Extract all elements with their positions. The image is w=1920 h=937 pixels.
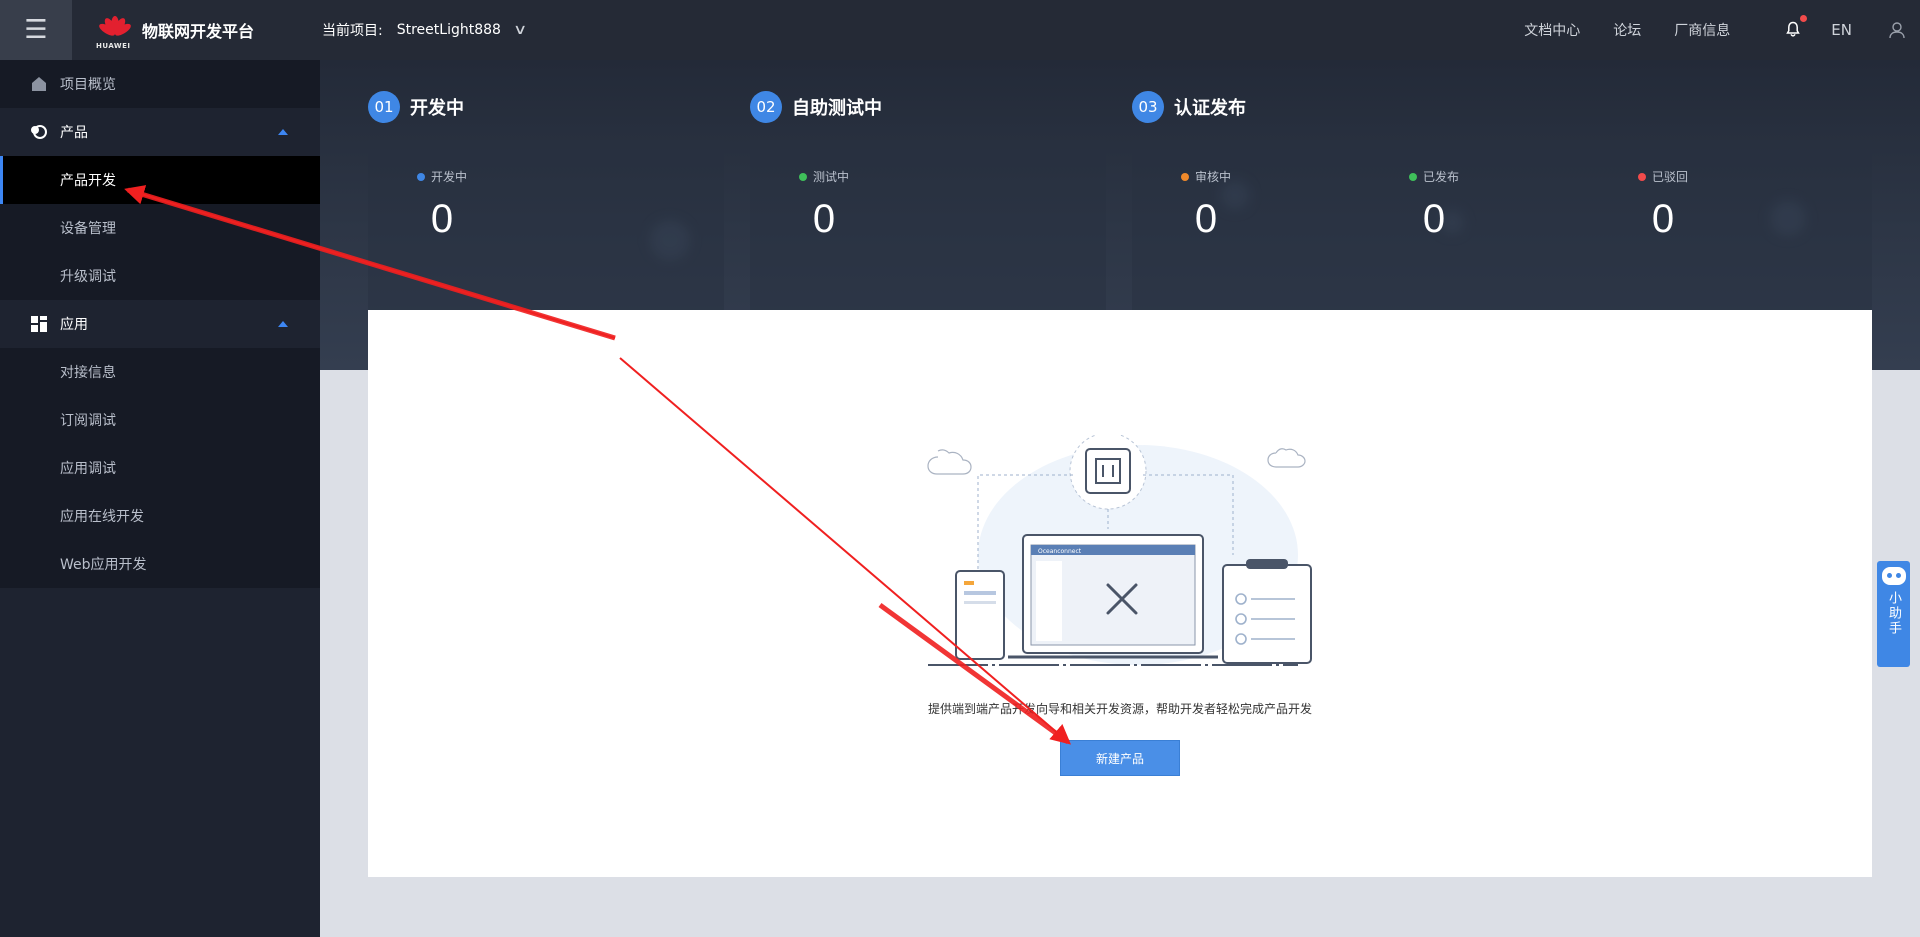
forum-link[interactable]: 论坛: [1613, 20, 1641, 40]
sidebar: 项目概览 产品 产品开发 设备管理 升级调试 应用 对接信息 订阅调试 应用调试…: [0, 60, 320, 937]
stat-label: 已驳回: [1651, 170, 1688, 184]
stat-value: 0: [1422, 197, 1446, 241]
stat-testing[interactable]: 测试中 0: [744, 168, 904, 242]
sidebar-group-product[interactable]: 产品: [0, 108, 320, 156]
assistant-label: 小助手: [1886, 591, 1901, 636]
sidebar-item-online-dev[interactable]: 应用在线开发: [0, 492, 320, 540]
top-bar: ☰ HUAWEI 物联网开发平台 当前项目: StreetLight888 ∨ …: [0, 0, 1920, 60]
stat-developing[interactable]: 开发中 0: [362, 168, 522, 242]
assistant-button[interactable]: 小助手: [1877, 561, 1910, 667]
sidebar-item-label: 产品开发: [60, 173, 116, 189]
new-product-button[interactable]: 新建产品: [1060, 740, 1180, 776]
status-dot: [798, 172, 807, 181]
sidebar-group-label: 产品: [60, 125, 88, 141]
language-switch[interactable]: EN: [1831, 21, 1852, 39]
illustration-window-title: Oceanconnect: [1038, 548, 1082, 555]
stat-value: 0: [1651, 197, 1675, 241]
stat-label: 测试中: [812, 170, 849, 184]
status-dot: [1180, 172, 1189, 181]
empty-state-description: 提供端到端产品开发向导和相关开发资源，帮助开发者轻松完成产品开发: [927, 702, 1312, 716]
sidebar-item-label: 应用在线开发: [60, 509, 144, 525]
stage-release: 03 认证发布: [1132, 91, 1246, 123]
caret-up-icon: [278, 321, 288, 327]
stage-test: 02 自助测试中: [750, 91, 882, 123]
caret-up-icon: [278, 129, 288, 135]
sidebar-item-web-app-dev[interactable]: Web应用开发: [0, 540, 320, 588]
product-icon: [30, 123, 48, 141]
platform-title: 物联网开发平台: [142, 22, 255, 41]
sidebar-item-label: 对接信息: [60, 365, 116, 381]
huawei-flower-icon: HUAWEI: [96, 12, 133, 50]
chevron-down-icon: ∨: [512, 22, 528, 38]
status-dot: [416, 172, 425, 181]
stat-value: 0: [812, 197, 836, 241]
stat-reviewing[interactable]: 审核中 0: [1126, 168, 1286, 242]
sidebar-item-subscription-debug[interactable]: 订阅调试: [0, 396, 320, 444]
sidebar-group-app[interactable]: 应用: [0, 300, 320, 348]
stat-label: 已发布: [1422, 170, 1459, 184]
stat-rejected[interactable]: 已驳回 0: [1583, 168, 1743, 242]
stage-number: 03: [1132, 91, 1164, 123]
notification-bell-icon[interactable]: [1785, 15, 1808, 39]
stage-title: 开发中: [410, 98, 464, 119]
sidebar-item-label: 升级调试: [60, 269, 116, 285]
stat-value: 0: [1194, 197, 1218, 241]
home-icon: [30, 75, 48, 93]
user-icon[interactable]: [1888, 21, 1906, 39]
robot-icon: [1881, 567, 1906, 585]
sidebar-item-label: 项目概览: [60, 77, 116, 93]
docs-link[interactable]: 文档中心: [1524, 20, 1580, 40]
project-selector[interactable]: 当前项目: StreetLight888 ∨: [322, 20, 528, 40]
status-dot: [1637, 172, 1646, 181]
project-name: StreetLight888: [396, 22, 501, 38]
status-dot: [1408, 172, 1417, 181]
hamburger-menu-button[interactable]: ☰: [0, 0, 72, 60]
stat-label: 开发中: [430, 170, 467, 184]
sidebar-item-label: Web应用开发: [60, 557, 147, 573]
vendor-info-link[interactable]: 厂商信息: [1674, 20, 1730, 40]
empty-state-card: Oceanconnect 提供端到端产品开发向导和相关开发资源，帮助开发者轻松完…: [368, 310, 1872, 877]
huawei-logo[interactable]: HUAWEI 物联网开发平台: [96, 12, 255, 50]
sidebar-item-integration-info[interactable]: 对接信息: [0, 348, 320, 396]
stat-label: 审核中: [1194, 170, 1231, 184]
hamburger-icon: ☰: [24, 15, 48, 45]
stage-title: 认证发布: [1174, 98, 1246, 119]
sidebar-group-label: 应用: [60, 317, 88, 333]
sidebar-item-device-mgmt[interactable]: 设备管理: [0, 204, 320, 252]
stage-number: 02: [750, 91, 782, 123]
stage-title: 自助测试中: [792, 98, 882, 119]
product-dev-illustration: Oceanconnect: [927, 435, 1312, 666]
sidebar-item-overview[interactable]: 项目概览: [0, 60, 320, 108]
notification-badge: [1800, 15, 1808, 22]
sidebar-item-product-dev[interactable]: 产品开发: [0, 156, 320, 204]
sidebar-item-app-debug[interactable]: 应用调试: [0, 444, 320, 492]
huawei-brand-text: HUAWEI: [96, 42, 131, 50]
project-label: 当前项目:: [322, 23, 383, 39]
stage-number: 01: [368, 91, 400, 123]
app-grid-icon: [30, 315, 48, 333]
stat-value: 0: [430, 197, 454, 241]
sidebar-item-label: 订阅调试: [60, 413, 116, 429]
sidebar-item-label: 应用调试: [60, 461, 116, 477]
stat-published[interactable]: 已发布 0: [1354, 168, 1514, 242]
sidebar-item-label: 设备管理: [60, 221, 116, 237]
sidebar-item-upgrade-debug[interactable]: 升级调试: [0, 252, 320, 300]
stage-dev: 01 开发中: [368, 91, 464, 123]
